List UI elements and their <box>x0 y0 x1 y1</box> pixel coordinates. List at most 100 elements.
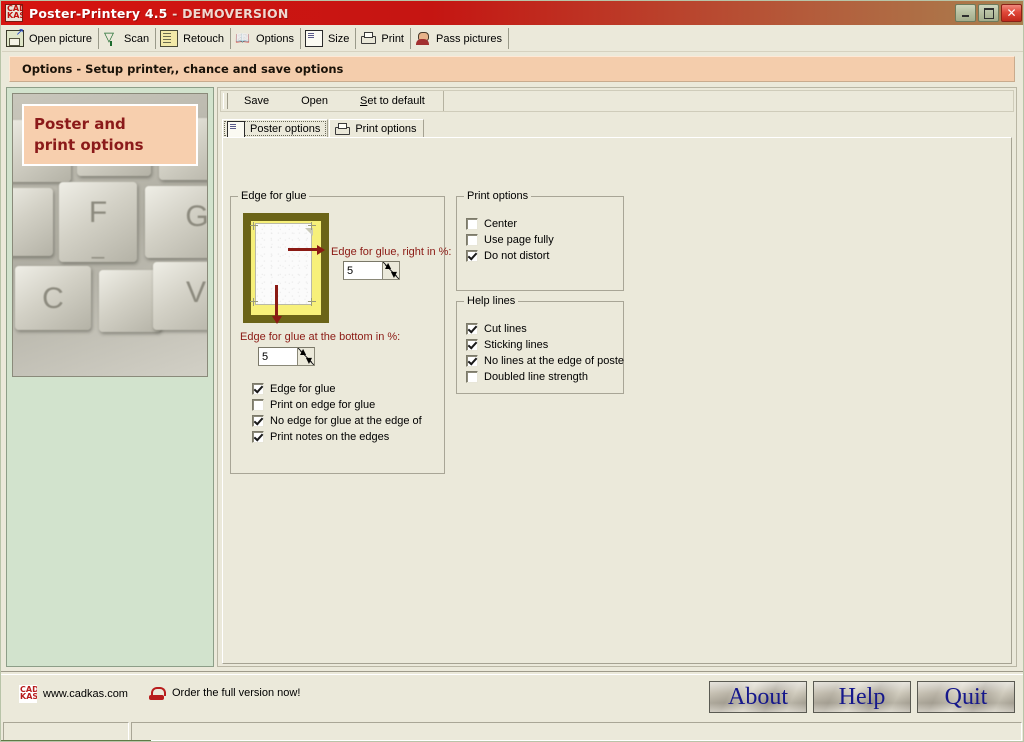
group-edge-for-glue: Edge for glue Edge for glue, right in %:… <box>230 190 451 474</box>
checkbox-center[interactable]: Center <box>466 218 517 230</box>
application-window: CADKAS Poster-Printery 4.5 - DEMOVERSION… <box>0 0 1024 742</box>
edge-right-spinner[interactable]: ▲ ▼ <box>343 261 400 280</box>
size-icon <box>304 30 323 47</box>
set-to-default-button[interactable]: Set to default <box>344 91 441 111</box>
help-button[interactable]: Help <box>813 681 911 713</box>
spinner-down-arrow-icon[interactable]: ▼ <box>391 271 397 279</box>
printer-icon <box>334 122 351 137</box>
crosshair-mark <box>308 225 316 226</box>
quit-button[interactable]: Quit <box>917 681 1015 713</box>
website-link[interactable]: CAD KAS www.cadkas.com <box>19 685 128 703</box>
checkbox-no-lines-at-edge-of-poster[interactable]: No lines at the edge of poste <box>466 355 624 367</box>
about-button[interactable]: About <box>709 681 807 713</box>
retouch-icon <box>160 30 179 47</box>
book-options-icon <box>235 31 251 46</box>
set-to-default-accesskey: S <box>360 95 368 107</box>
toolbar-button-size[interactable]: Size <box>301 28 357 49</box>
poster-preview-thumbnail <box>243 213 329 323</box>
checkbox-sticking-lines-label: Sticking lines <box>484 339 549 351</box>
crosshair-mark <box>311 298 312 306</box>
poster-options-panel: Edge for glue Edge for glue, right in %:… <box>222 137 1012 664</box>
checkbox-cut-lines[interactable]: Cut lines <box>466 323 527 335</box>
minimize-button[interactable] <box>955 4 976 22</box>
label-edge-right: Edge for glue, right in %: <box>331 246 452 258</box>
edge-right-spin-buttons[interactable]: ▲ ▼ <box>382 262 399 279</box>
edge-bottom-input[interactable] <box>259 348 297 365</box>
checkbox-edge-for-glue-box[interactable] <box>252 383 264 395</box>
toolbar-button-open-picture[interactable]: Open picture <box>2 28 99 49</box>
poster-page-area <box>255 223 312 305</box>
toolbar-button-pass-pictures[interactable]: Pass pictures <box>411 28 510 49</box>
key-letter-c: C <box>42 282 64 315</box>
checkbox-no-edge-for-glue-at-edge-box[interactable] <box>252 415 264 427</box>
tab-print-options-label: Print options <box>355 123 417 135</box>
main-toolbar: Open picture Scan Retouch Options Size P… <box>2 26 1023 52</box>
checkbox-no-edge-for-glue-at-edge[interactable]: No edge for glue at the edge of <box>252 415 422 427</box>
phone-icon <box>148 685 166 701</box>
save-button[interactable]: Save <box>228 91 285 111</box>
close-button[interactable]: ✕ <box>1001 4 1022 22</box>
label-edge-bottom: Edge for glue at the bottom in %: <box>240 331 401 343</box>
help-button-label: Help <box>838 684 886 710</box>
checkbox-use-page-fully[interactable]: Use page fully <box>466 234 554 246</box>
checkbox-doubled-line-strength-box[interactable] <box>466 371 478 383</box>
checkbox-doubled-line-strength[interactable]: Doubled line strength <box>466 371 588 383</box>
edge-right-input[interactable] <box>344 262 382 279</box>
open-button-label: Open <box>301 95 328 107</box>
toolbar-button-options[interactable]: Options <box>231 28 301 49</box>
checkbox-center-box[interactable] <box>466 218 478 230</box>
scanner-icon <box>103 31 119 46</box>
checkbox-cut-lines-label: Cut lines <box>484 323 527 335</box>
tab-poster-options[interactable]: Poster options <box>222 119 329 138</box>
spinner-up-arrow-icon[interactable]: ▲ <box>300 348 306 356</box>
checkbox-print-on-edge-for-glue[interactable]: Print on edge for glue <box>252 399 375 411</box>
window-title-separator: - <box>167 5 183 21</box>
promo-caption-box: Poster and print options <box>22 104 198 166</box>
spinner-up-arrow-icon[interactable]: ▲ <box>385 262 391 270</box>
checkbox-do-not-distort[interactable]: Do not distort <box>466 250 549 262</box>
order-full-version-link[interactable]: Order the full version now! <box>148 685 300 701</box>
app-icon: CADKAS <box>5 4 23 22</box>
spinner-down-arrow-icon[interactable]: ▼ <box>306 357 312 365</box>
promo-image: F _ G C V Poster and print options <box>12 93 208 377</box>
checkbox-sticking-lines[interactable]: Sticking lines <box>466 339 548 351</box>
checkbox-print-notes-on-edges[interactable]: Print notes on the edges <box>252 431 389 443</box>
toolbar-button-retouch[interactable]: Retouch <box>156 28 232 49</box>
checkbox-no-lines-at-edge-of-poster-box[interactable] <box>466 355 478 367</box>
toolbar-button-scan[interactable]: Scan <box>99 28 157 49</box>
checkbox-sticking-lines-box[interactable] <box>466 339 478 351</box>
toolbar-divider <box>442 91 444 111</box>
preview-side-panel: F _ G C V Poster and print options <box>6 87 214 667</box>
open-button[interactable]: Open <box>285 91 344 111</box>
edge-bottom-spinner[interactable]: ▲ ▼ <box>258 347 315 366</box>
restore-button[interactable] <box>978 4 999 22</box>
tab-print-options[interactable]: Print options <box>329 119 425 138</box>
status-bar <box>1 720 1023 741</box>
toolbar-label-pass-pictures: Pass pictures <box>436 32 503 45</box>
checkbox-print-on-edge-for-glue-box[interactable] <box>252 399 264 411</box>
status-banner: Options - Setup printer,, chance and sav… <box>9 56 1015 82</box>
crosshair-mark <box>253 298 254 306</box>
poster-options-icon <box>227 120 245 138</box>
checkbox-print-notes-on-edges-label: Print notes on the edges <box>270 431 390 443</box>
toolbar-label-options: Options <box>256 32 294 45</box>
key-letter-f: F <box>88 196 108 229</box>
checkbox-use-page-fully-box[interactable] <box>466 234 478 246</box>
crosshair-mark <box>250 225 258 226</box>
status-banner-text: Options - Setup printer,, chance and sav… <box>22 62 344 76</box>
edge-bottom-spin-buttons[interactable]: ▲ ▼ <box>297 348 314 365</box>
toolbar-button-print[interactable]: Print <box>356 28 411 49</box>
toolbar-label-scan: Scan <box>123 32 150 45</box>
checkbox-edge-for-glue[interactable]: Edge for glue <box>252 383 335 395</box>
window-title: Poster-Printery 4.5 - DEMOVERSION <box>29 6 289 21</box>
checkbox-print-notes-on-edges-box[interactable] <box>252 431 264 443</box>
options-action-toolbar: Save Open Set to default <box>220 90 1014 112</box>
window-title-demo: DEMOVERSION <box>182 5 289 21</box>
checkbox-edge-for-glue-label: Edge for glue <box>270 383 336 395</box>
crosshair-mark <box>250 301 258 302</box>
ad-bar-divider <box>1 671 1023 675</box>
minimize-icon <box>962 15 969 17</box>
checkbox-cut-lines-box[interactable] <box>466 323 478 335</box>
checkbox-do-not-distort-box[interactable] <box>466 250 478 262</box>
bottom-margin-arrow-icon <box>271 285 282 324</box>
